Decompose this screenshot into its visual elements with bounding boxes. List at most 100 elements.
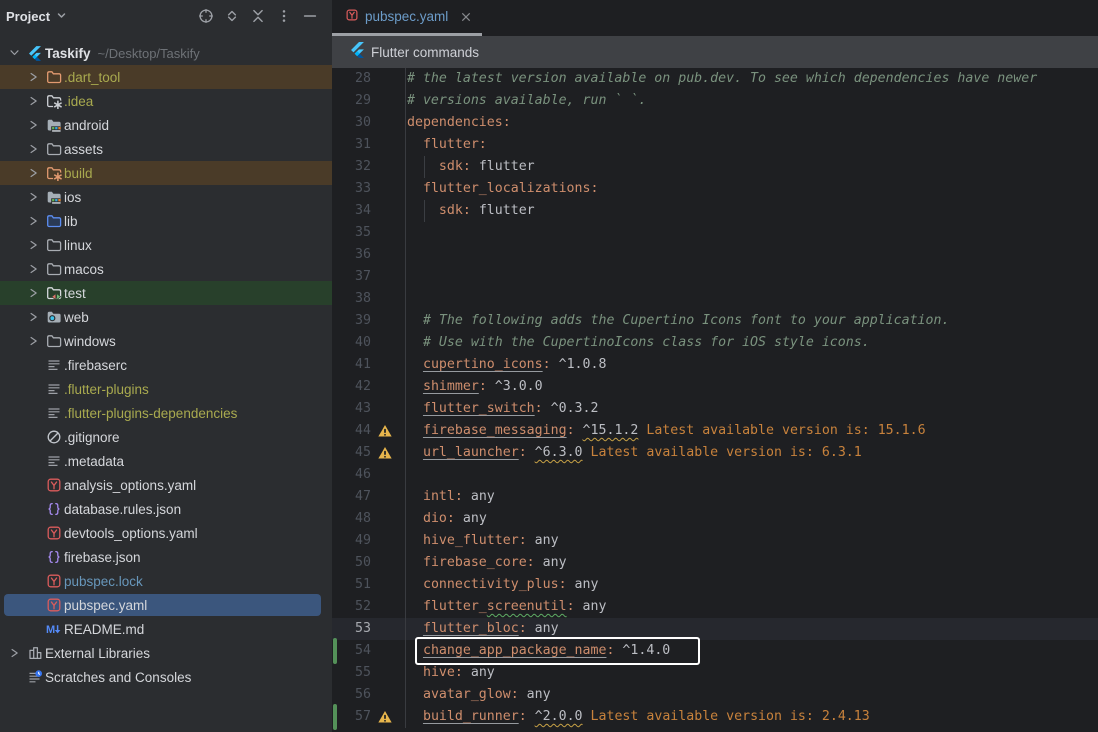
code-token: sdk:	[439, 203, 471, 218]
tree-item-database-rules-json[interactable]: database.rules.json	[0, 497, 332, 521]
tab-close-icon[interactable]	[458, 9, 474, 25]
code-token	[407, 159, 439, 174]
code-line-37: 37	[332, 266, 1098, 288]
chevron-right-icon[interactable]	[27, 261, 40, 277]
chevron-right-icon[interactable]	[27, 309, 40, 325]
gutter-change-marker	[332, 508, 338, 530]
tree-item--idea[interactable]: .idea	[0, 89, 332, 113]
tree-item-label: analysis_options.yaml	[62, 478, 196, 493]
chevron-right-icon[interactable]	[27, 213, 40, 229]
tab-pubspec-yaml[interactable]: pubspec.yaml	[332, 0, 486, 33]
expand-all-icon[interactable]	[224, 8, 240, 24]
chevron-down-icon[interactable]	[8, 45, 21, 61]
line-number: 35	[338, 222, 371, 244]
flutter-commands-banner[interactable]: Flutter commands	[332, 36, 1098, 68]
collapse-all-icon[interactable]	[250, 8, 266, 24]
code-token	[407, 181, 423, 196]
tree-item--gitignore[interactable]: .gitignore	[0, 425, 332, 449]
file-yaml-icon	[46, 525, 62, 541]
line-number: 32	[338, 156, 371, 178]
chevron-right-icon[interactable]	[27, 333, 40, 349]
tree-item-android[interactable]: android	[0, 113, 332, 137]
tree-item--dart-tool[interactable]: .dart_tool	[0, 65, 332, 89]
chevron-right-icon[interactable]	[27, 237, 40, 253]
gutter-change-marker	[332, 486, 338, 508]
code-editor[interactable]: 28 # the latest version available on pub…	[332, 68, 1098, 732]
tree-item-assets[interactable]: assets	[0, 137, 332, 161]
chevron-right-icon[interactable]	[27, 189, 40, 205]
line-number: 49	[338, 530, 371, 552]
code-line-51: 51 connectivity_plus: any	[332, 574, 1098, 596]
tree-item-label: devtools_options.yaml	[62, 526, 198, 541]
code-token: :	[519, 709, 527, 724]
tree-item-external-libraries[interactable]: External Libraries	[0, 641, 332, 665]
tree-item--firebaserc[interactable]: .firebaserc	[0, 353, 332, 377]
chevron-spacer	[27, 453, 40, 469]
project-panel-actions	[198, 8, 318, 24]
tree-item-label: ios	[62, 190, 81, 205]
chevron-spacer	[27, 381, 40, 397]
tree-item-label: .flutter-plugins	[62, 382, 149, 397]
chevron-right-icon[interactable]	[27, 93, 40, 109]
gutter-change-marker	[332, 354, 338, 376]
hide-panel-icon[interactable]	[302, 8, 318, 24]
tree-item-macos[interactable]: macos	[0, 257, 332, 281]
file-ignore-icon	[46, 429, 62, 445]
code-line-32: 32 sdk: flutter	[332, 156, 1098, 178]
folder-icon	[46, 237, 62, 253]
chevron-right-icon[interactable]	[27, 165, 40, 181]
code-line-53: 53 flutter_bloc: any	[332, 618, 1098, 640]
tree-item-label: windows	[62, 334, 116, 349]
code-line-34: 34 sdk: flutter	[332, 200, 1098, 222]
tree-item-test[interactable]: test	[0, 281, 332, 305]
tree-item-readme-md[interactable]: M README.md	[0, 617, 332, 641]
tree-item-web[interactable]: web	[0, 305, 332, 329]
tree-item-pubspec-lock[interactable]: pubspec.lock	[0, 569, 332, 593]
code-token: :	[535, 401, 543, 416]
gutter-icon-cell	[371, 156, 406, 178]
locate-file-icon[interactable]	[198, 8, 214, 24]
tree-item-windows[interactable]: windows	[0, 329, 332, 353]
chevron-right-icon[interactable]	[27, 141, 40, 157]
tree-item-project-root[interactable]: Taskify~/Desktop/Taskify	[0, 41, 332, 65]
chevron-right-icon[interactable]	[8, 645, 21, 661]
tree-item-pubspec-yaml[interactable]: pubspec.yaml	[0, 593, 332, 617]
chevron-right-icon[interactable]	[27, 285, 40, 301]
code-token	[407, 687, 423, 702]
more-options-icon[interactable]	[276, 8, 292, 24]
code-line-48: 48 dio: any	[332, 508, 1098, 530]
code-token: :	[543, 357, 551, 372]
tree-item-scratches-and-consoles[interactable]: Scratches and Consoles	[0, 665, 332, 689]
code-text: firebase_core: any	[406, 552, 567, 574]
tree-item-analysis-options-yaml[interactable]: analysis_options.yaml	[0, 473, 332, 497]
gutter-icon-cell	[371, 442, 406, 464]
code-token: hive_flutter:	[423, 533, 527, 548]
tree-item-linux[interactable]: linux	[0, 233, 332, 257]
gutter-icon-cell	[371, 706, 406, 728]
file-text-icon	[46, 405, 62, 421]
tree-item-lib[interactable]: lib	[0, 209, 332, 233]
code-token: :	[567, 599, 575, 614]
code-line-43: 43 flutter_switch: ^0.3.2	[332, 398, 1098, 420]
code-line-41: 41 cupertino_icons: ^1.0.8	[332, 354, 1098, 376]
tree-item-ios[interactable]: ios	[0, 185, 332, 209]
folder-icon	[46, 261, 62, 277]
tree-item-firebase-json[interactable]: firebase.json	[0, 545, 332, 569]
chevron-right-icon[interactable]	[27, 69, 40, 85]
tree-item-devtools-options-yaml[interactable]: devtools_options.yaml	[0, 521, 332, 545]
chevron-right-icon[interactable]	[27, 117, 40, 133]
project-panel-header: Project	[0, 0, 332, 40]
gutter-icon-cell	[371, 376, 406, 398]
code-line-46: 46	[332, 464, 1098, 486]
chevron-spacer	[27, 525, 40, 541]
chevron-spacer	[27, 429, 40, 445]
tree-item--metadata[interactable]: .metadata	[0, 449, 332, 473]
code-token	[407, 643, 423, 658]
code-token: # Use with the CupertinoIcons class for …	[423, 335, 870, 350]
project-panel-title[interactable]: Project	[6, 7, 68, 25]
tree-item--flutter-plugins-dependencies[interactable]: .flutter-plugins-dependencies	[0, 401, 332, 425]
code-line-33: 33 flutter_localizations:	[332, 178, 1098, 200]
tree-item--flutter-plugins[interactable]: .flutter-plugins	[0, 377, 332, 401]
tree-item-build[interactable]: build	[0, 161, 332, 185]
code-token: any	[519, 687, 551, 702]
